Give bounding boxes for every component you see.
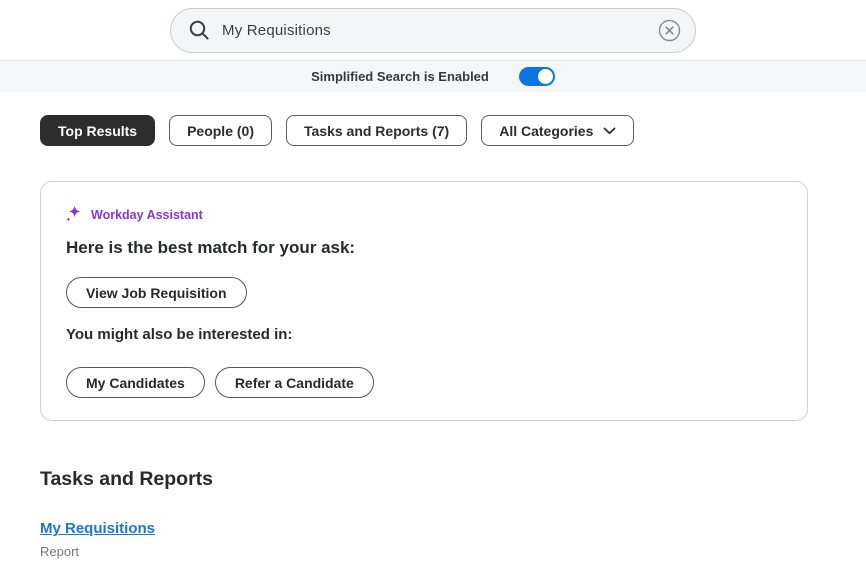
result-item: My Requisitions Report (40, 490, 826, 559)
search-input[interactable]: My Requisitions (222, 22, 658, 39)
view-job-requisition-button[interactable]: View Job Requisition (66, 277, 247, 308)
my-candidates-button[interactable]: My Candidates (66, 367, 205, 398)
page-header: My Requisitions (0, 0, 866, 61)
best-match-heading: Here is the best match for your ask: (66, 238, 356, 257)
filter-tasks-and-reports[interactable]: Tasks and Reports (7) (285, 115, 468, 146)
assistant-card: Workday Assistant Here is the best match… (40, 181, 808, 421)
clear-search-icon[interactable] (658, 19, 681, 42)
simplified-search-toggle[interactable] (518, 67, 555, 86)
simplified-search-bar: Simplified Search is Enabled (0, 61, 866, 92)
main-content: Top Results People (0) Tasks and Reports… (0, 115, 866, 559)
assistant-header: Workday Assistant (66, 205, 782, 225)
chevron-down-icon (603, 127, 616, 135)
filter-top-results[interactable]: Top Results (40, 115, 156, 146)
toggle-knob (537, 69, 553, 84)
search-bar[interactable]: My Requisitions (170, 7, 696, 53)
filter-people[interactable]: People (0) (169, 115, 272, 146)
refer-a-candidate-button[interactable]: Refer a Candidate (214, 367, 374, 398)
search-icon (189, 20, 210, 41)
results-section-heading: Tasks and Reports (40, 468, 214, 490)
primary-action-row: View Job Requisition (66, 277, 782, 308)
assistant-title: Workday Assistant (91, 207, 203, 222)
filter-all-categories[interactable]: All Categories (481, 115, 635, 146)
my-requisitions-link[interactable]: My Requisitions (40, 520, 155, 537)
simplified-search-label: Simplified Search is Enabled (311, 69, 489, 84)
result-type-label: Report (40, 544, 80, 559)
sparkle-icon (66, 205, 82, 225)
filter-pills: Top Results People (0) Tasks and Reports… (40, 115, 826, 146)
secondary-action-row: My Candidates Refer a Candidate (66, 367, 782, 398)
also-interested-heading: You might also be interested in: (66, 326, 293, 343)
